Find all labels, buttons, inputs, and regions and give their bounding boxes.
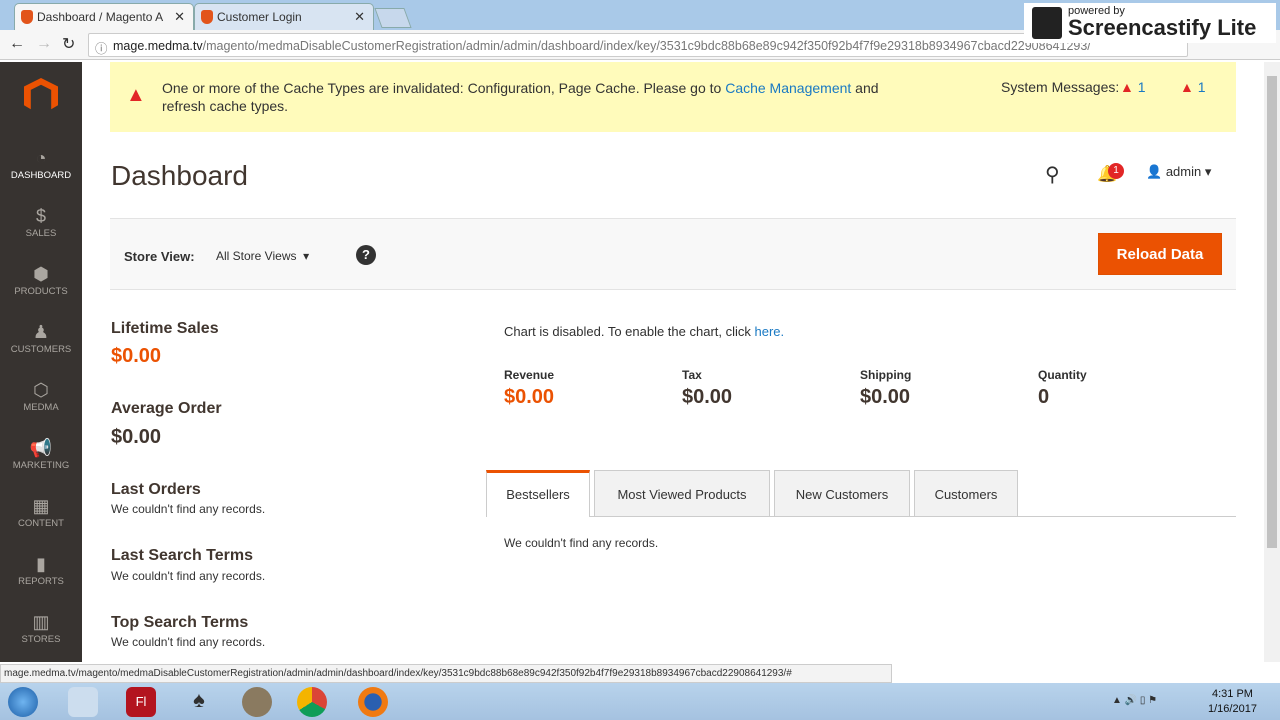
close-tab-icon[interactable]: ✕ (354, 9, 365, 25)
section-title: Top Search Terms (111, 614, 249, 631)
windows-taskbar: Fl ♠ ▲ 🔊 ▯ ⚑ 4:31 PM 1/16/2017 (0, 683, 1280, 720)
film-icon (1032, 7, 1062, 39)
enable-chart-link[interactable]: here. (755, 324, 785, 339)
system-messages-label: System Messages: (1001, 79, 1120, 95)
sidebar-item-reports[interactable]: ▮ REPORTS (0, 554, 82, 587)
major-messages-link[interactable]: ▲ 1 (1180, 79, 1206, 95)
firefox-icon[interactable] (358, 687, 388, 717)
magento-icon (201, 10, 213, 24)
sidebar-item-medma[interactable]: ⬡ MEDMA (0, 380, 82, 413)
sidebar-item-customers[interactable]: ♟ CUSTOMERS (0, 322, 82, 355)
sidebar-item-stores[interactable]: ▥ STORES (0, 612, 82, 645)
search-icon[interactable]: ⚲ (1045, 162, 1060, 187)
store-icon: ▥ (32, 612, 50, 632)
clock[interactable]: 4:31 PM 1/16/2017 (1208, 687, 1257, 717)
total-quantity: Quantity 0 (1038, 368, 1087, 408)
total-tax: Tax $0.00 (682, 368, 733, 408)
back-icon[interactable]: ← (9, 35, 25, 53)
lifetime-sales-value: $0.00 (111, 345, 162, 367)
info-icon: ⓘ (95, 42, 108, 56)
average-order-value: $0.00 (111, 426, 162, 448)
tab-customers[interactable]: Customers (914, 470, 1018, 517)
content-icon: ▦ (32, 496, 50, 516)
sidebar-item-sales[interactable]: $ SALES (0, 206, 82, 239)
tab-customer-login[interactable]: Customer Login ✕ (194, 3, 374, 30)
close-tab-icon[interactable]: ✕ (174, 9, 185, 25)
section-title: Last Search Terms (111, 547, 253, 564)
notification-count-badge: 1 (1108, 163, 1124, 179)
screencastify-watermark: powered by Screencastify Lite (1024, 3, 1276, 43)
dashboard-toolbar: Store View: All Store Views ▾ ? Reload D… (110, 218, 1236, 290)
section-title: Last Orders (111, 481, 201, 498)
sidebar-item-dashboard[interactable]: ◔ DASHBOARD (0, 148, 82, 181)
inkscape-icon[interactable]: ♠ (184, 687, 214, 717)
total-revenue: Revenue $0.00 (504, 368, 555, 408)
reload-icon[interactable]: ↻ (62, 34, 75, 54)
new-tab-button[interactable] (374, 8, 412, 28)
megaphone-icon: 📢 (29, 438, 53, 458)
person-icon: ♟ (32, 322, 50, 342)
page-title: Dashboard (111, 160, 248, 191)
tab-dashboard[interactable]: Dashboard / Magento A ✕ (14, 3, 194, 30)
help-icon[interactable]: ? (356, 245, 376, 265)
cache-management-link[interactable]: Cache Management (725, 80, 851, 96)
system-message-banner: ▲ One or more of the Cache Types are inv… (110, 62, 1236, 132)
calculator-icon[interactable] (68, 687, 98, 717)
url-input[interactable]: ⓘ mage.medma.tv/magento/medmaDisableCusto… (88, 33, 1188, 57)
gimp-icon[interactable] (242, 687, 272, 717)
page-scrollbar[interactable] (1264, 62, 1280, 662)
box-icon: ⬢ (33, 264, 49, 284)
user-icon: 👤 (1146, 164, 1163, 179)
tab-content-empty: We couldn't find any records. (504, 536, 659, 550)
store-view-dropdown[interactable]: All Store Views ▾ (216, 249, 309, 263)
status-bar: mage.medma.tv/magento/medmaDisableCustom… (0, 664, 892, 683)
start-button[interactable] (8, 687, 38, 717)
sidebar-item-marketing[interactable]: 📢 MARKETING (0, 438, 82, 471)
tab-most-viewed-products[interactable]: Most Viewed Products (594, 470, 770, 517)
total-shipping: Shipping $0.00 (860, 368, 912, 408)
reload-data-button[interactable]: Reload Data (1098, 233, 1222, 275)
flash-icon[interactable]: Fl (126, 687, 156, 717)
chrome-icon[interactable] (297, 687, 327, 717)
tray-icons[interactable]: ▲ 🔊 ▯ ⚑ (1112, 695, 1157, 706)
dollar-icon: $ (35, 206, 46, 226)
user-menu[interactable]: 👤 admin ▾ (1146, 164, 1211, 180)
hexagon-icon: ⬡ (33, 380, 49, 400)
magento-logo[interactable] (24, 78, 58, 110)
dashboard-icon: ◔ (35, 148, 47, 168)
admin-sidebar: ◔ DASHBOARD $ SALES ⬢ PRODUCTS ♟ CUSTOMERS ⬡… (0, 62, 82, 662)
sidebar-item-content[interactable]: ▦ CONTENT (0, 496, 82, 529)
sidebar-item-products[interactable]: ⬢ PRODUCTS (0, 264, 82, 297)
warning-icon: ▲ (126, 84, 146, 106)
magento-icon (21, 10, 33, 24)
tab-bestsellers[interactable]: Bestsellers (486, 470, 590, 517)
forward-icon[interactable]: → (36, 35, 52, 53)
critical-messages-link[interactable]: ▲ 1 (1120, 79, 1146, 95)
bar-chart-icon: ▮ (36, 554, 46, 574)
tab-new-customers[interactable]: New Customers (774, 470, 910, 517)
